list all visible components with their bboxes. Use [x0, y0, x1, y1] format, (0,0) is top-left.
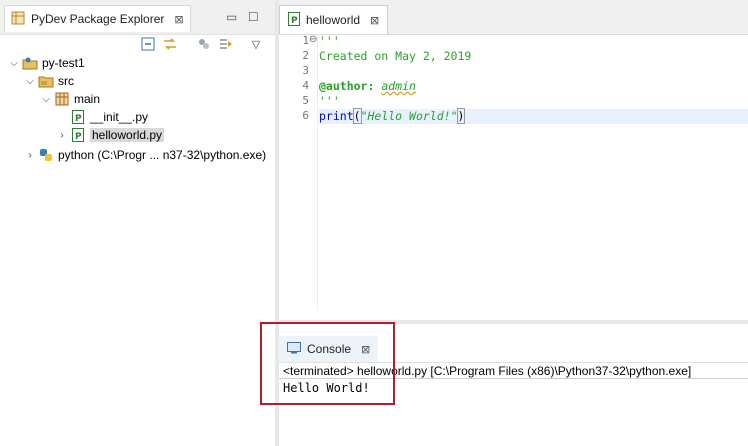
tree-item-python-interpreter[interactable]: › python (C:\Progr ... n37-32\python.exe… — [24, 146, 266, 164]
line-number-gutter: 1 ⊖ 2 3 4 5 6 — [291, 34, 317, 310]
explorer-tab-bar: PyDev Package Explorer ⊠ ▭ ☐ — [0, 0, 275, 35]
package-explorer-view: PyDev Package Explorer ⊠ ▭ ☐ ▽ ⌵ py-test… — [0, 0, 275, 446]
python-file-icon: P — [288, 11, 300, 29]
line-number: 6 — [302, 109, 309, 122]
tree-item-project[interactable]: ⌵ py-test1 — [8, 54, 85, 72]
code-line: @author: admin — [319, 79, 416, 93]
package-explorer-icon — [11, 11, 25, 28]
minimize-icon[interactable]: ▭ — [226, 10, 237, 24]
python-file-icon: P — [70, 127, 86, 143]
tree-item-src[interactable]: ⌵ src — [24, 72, 74, 90]
python-project-icon — [22, 55, 38, 71]
tree-item-label: src — [58, 74, 74, 88]
explorer-title: PyDev Package Explorer — [31, 12, 165, 26]
collapse-all-icon[interactable] — [140, 36, 156, 52]
chevron-down-icon[interactable]: ⌵ — [8, 58, 20, 69]
code-line: Created on May 2, 2019 — [319, 49, 472, 63]
tree-item-label: __init__.py — [90, 110, 149, 124]
explorer-tab[interactable]: PyDev Package Explorer ⊠ — [4, 5, 191, 32]
tree-item-label: py-test1 — [42, 56, 85, 70]
line-number: 1 — [302, 34, 309, 47]
tree-item-helloworld-py[interactable]: › P helloworld.py — [56, 126, 165, 144]
chevron-down-icon[interactable]: ⌵ — [24, 76, 36, 87]
close-icon[interactable]: ⊠ — [174, 13, 183, 26]
code-line: ''' — [319, 34, 340, 48]
editor-tab-label: helloworld — [306, 13, 361, 27]
maximize-icon[interactable]: ☐ — [248, 10, 259, 24]
explorer-toolbar: ▽ — [140, 36, 264, 52]
python-interpreter-icon — [38, 147, 54, 163]
editor-area: P helloworld ⊠ 1 ⊖ 2 3 4 5 6 ''' Created… — [279, 0, 748, 320]
chevron-right-icon[interactable]: › — [56, 130, 68, 141]
close-icon[interactable]: ⊠ — [370, 14, 379, 27]
line-number: 4 — [302, 79, 309, 92]
text-cursor — [464, 110, 466, 123]
link-with-editor-icon[interactable] — [162, 36, 178, 52]
filters-icon[interactable] — [196, 36, 212, 52]
view-menu-icon[interactable]: ▽ — [248, 36, 264, 52]
package-icon — [54, 91, 70, 107]
editor-tab-bar: P helloworld ⊠ — [279, 0, 748, 35]
view-options-icon[interactable] — [218, 36, 234, 52]
line-number: 3 — [302, 64, 309, 77]
svg-text:P: P — [291, 16, 298, 26]
chevron-right-icon[interactable]: › — [24, 150, 36, 161]
tree-item-main[interactable]: ⌵ main — [40, 90, 100, 108]
annotation-highlight-box — [260, 322, 395, 405]
tree-item-init-py[interactable]: P __init__.py — [56, 108, 148, 126]
svg-text:P: P — [75, 114, 82, 124]
svg-text:P: P — [75, 132, 82, 142]
code-line: ''' — [319, 94, 340, 108]
tree-item-label: main — [74, 92, 101, 106]
tree-item-label: helloworld.py — [90, 128, 165, 142]
code-line-current: print("Hello World!") — [319, 108, 748, 124]
tree-item-label: python (C:\Progr ... n37-32\python.exe) — [58, 148, 267, 162]
line-number: 2 — [302, 49, 309, 62]
source-folder-icon — [38, 73, 54, 89]
python-file-icon: P — [70, 109, 86, 125]
tab-helloworld[interactable]: P helloworld ⊠ — [279, 5, 389, 34]
chevron-down-icon[interactable]: ⌵ — [40, 94, 52, 105]
line-number: 5 — [302, 94, 309, 107]
